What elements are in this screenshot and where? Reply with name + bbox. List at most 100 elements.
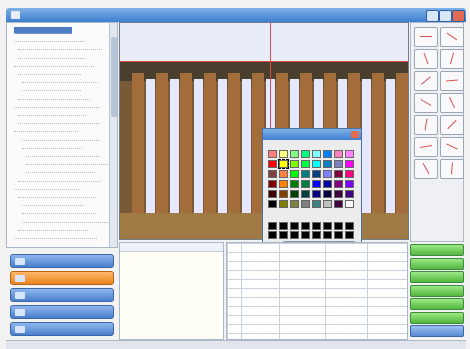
custom-color-swatch[interactable] [268, 222, 277, 230]
custom-color-swatch[interactable] [279, 222, 288, 230]
tree-item[interactable] [22, 199, 83, 207]
color-swatch[interactable] [279, 170, 288, 178]
color-swatch[interactable] [301, 180, 310, 188]
color-swatch[interactable] [301, 190, 310, 198]
color-swatch[interactable] [290, 170, 299, 178]
tree-item[interactable] [14, 232, 97, 239]
command-button-3[interactable] [410, 271, 464, 283]
color-swatch[interactable] [334, 150, 343, 158]
custom-color-swatch[interactable] [279, 231, 288, 239]
custom-color-swatch[interactable] [345, 231, 354, 239]
color-swatch[interactable] [279, 180, 288, 188]
maximize-button[interactable] [439, 10, 452, 22]
color-swatch[interactable] [323, 180, 332, 188]
left-button-5[interactable] [10, 322, 114, 336]
color-swatch[interactable] [268, 150, 277, 158]
tree-item[interactable] [18, 224, 88, 231]
point-tool-icon[interactable] [414, 159, 438, 179]
custom-color-swatch[interactable] [290, 222, 299, 230]
command-button-7[interactable] [410, 325, 464, 337]
tree-item[interactable] [26, 150, 99, 157]
tree-item[interactable] [18, 43, 102, 51]
command-button-6[interactable] [410, 311, 464, 324]
custom-color-swatch[interactable] [312, 231, 321, 239]
color-swatch[interactable] [290, 150, 299, 158]
close-button[interactable] [452, 10, 465, 22]
left-button-3[interactable] [10, 288, 114, 302]
tree-item[interactable] [22, 76, 98, 84]
custom-color-swatch[interactable] [323, 231, 332, 239]
pointer-tool-icon[interactable] [414, 27, 438, 47]
color-swatch[interactable] [323, 190, 332, 198]
color-swatch[interactable] [268, 180, 277, 188]
color-swatch[interactable] [334, 170, 343, 178]
selected-color-swatch[interactable] [278, 159, 289, 169]
color-swatch[interactable] [301, 170, 310, 178]
rect-tool-icon[interactable] [440, 49, 464, 69]
crosshair-horizontal[interactable] [120, 61, 408, 62]
tree-item[interactable] [14, 27, 72, 34]
measurement-table[interactable] [226, 242, 408, 340]
custom-color-swatch[interactable] [312, 222, 321, 230]
line-tool-icon[interactable] [414, 49, 438, 69]
zoom-tool-icon[interactable] [440, 27, 464, 47]
color-swatch[interactable] [268, 200, 277, 208]
tree-scrollbar[interactable] [109, 23, 117, 247]
color-swatch[interactable] [345, 190, 354, 198]
color-swatch[interactable] [279, 150, 288, 158]
color-swatch[interactable] [345, 170, 354, 178]
tree-item[interactable] [18, 109, 86, 116]
command-button-4[interactable] [410, 284, 464, 297]
tree-item[interactable] [18, 191, 96, 198]
custom-color-swatch[interactable] [268, 231, 277, 239]
command-button-2[interactable] [410, 257, 464, 270]
tree-item[interactable] [22, 142, 82, 149]
color-swatch[interactable] [290, 180, 299, 188]
color-swatch[interactable] [301, 200, 310, 208]
tree-item[interactable] [14, 183, 79, 190]
dialog-close-button[interactable] [351, 131, 359, 138]
color-swatch[interactable] [312, 200, 321, 208]
color-swatch[interactable] [268, 190, 277, 198]
color-swatch[interactable] [345, 180, 354, 188]
color-swatch[interactable] [268, 170, 277, 178]
color-swatch[interactable] [323, 170, 332, 178]
custom-color-swatch[interactable] [334, 231, 343, 239]
color-swatch[interactable] [301, 160, 310, 168]
color-swatch[interactable] [301, 150, 310, 158]
color-swatch[interactable] [312, 170, 321, 178]
color-swatch[interactable] [279, 200, 288, 208]
color-swatch[interactable] [323, 200, 332, 208]
color-swatch[interactable] [290, 200, 299, 208]
tree-item[interactable] [22, 216, 109, 223]
command-button-5[interactable] [410, 298, 464, 310]
area-tool-icon[interactable] [440, 159, 464, 179]
tree-item[interactable] [22, 207, 96, 215]
custom-color-swatch[interactable] [334, 222, 343, 230]
left-button-4[interactable] [10, 305, 114, 319]
color-swatch[interactable] [345, 200, 354, 208]
tree-item[interactable] [14, 35, 85, 43]
color-swatch[interactable] [323, 160, 332, 168]
tree-item[interactable] [18, 52, 85, 59]
arc-tool-icon[interactable] [440, 71, 464, 91]
tree-view[interactable] [6, 22, 118, 248]
color-swatch[interactable] [279, 190, 288, 198]
curve-tool-icon[interactable] [414, 115, 438, 135]
custom-color-swatch[interactable] [323, 222, 332, 230]
color-swatch[interactable] [268, 160, 277, 168]
color-swatch[interactable] [345, 160, 354, 168]
minimize-button[interactable] [426, 10, 439, 22]
tree-item[interactable] [18, 68, 81, 75]
custom-color-swatch[interactable] [301, 222, 310, 230]
tree-item[interactable] [18, 93, 90, 100]
color-swatch[interactable] [345, 150, 354, 158]
text-tool-icon[interactable] [440, 115, 464, 135]
custom-color-swatch[interactable] [301, 231, 310, 239]
cross-tool-icon[interactable] [414, 137, 438, 157]
color-swatch[interactable] [312, 190, 321, 198]
tree-item[interactable] [22, 84, 81, 92]
color-swatch[interactable] [312, 150, 321, 158]
color-swatch[interactable] [290, 190, 299, 198]
tree-item[interactable] [22, 134, 99, 141]
